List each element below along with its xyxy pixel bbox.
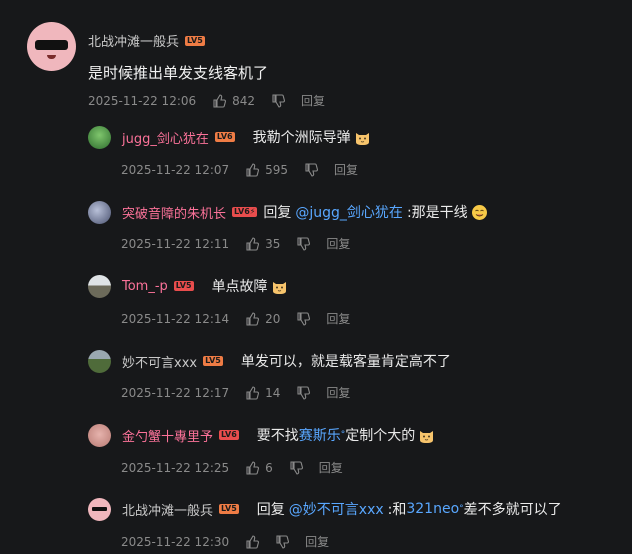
reply-meta: 2025-11-22 12:07 595 回复 bbox=[121, 161, 358, 178]
reply-username[interactable]: 突破音障的朱机长 bbox=[122, 203, 226, 222]
reply-item: 妙不可言xxx LV5 单发可以，就是载客量肯定高不了 bbox=[88, 349, 451, 373]
reply-text: 单点故障 bbox=[212, 276, 288, 296]
reply-text: 回复 @jugg_剑心犹在 :那是干线 bbox=[263, 202, 487, 222]
level-badge: LV5 bbox=[203, 356, 223, 366]
sunglasses-graphic bbox=[92, 506, 107, 511]
reply-meta: 2025-11-22 12:11 35 回复 bbox=[121, 235, 350, 252]
sunglasses-graphic bbox=[35, 40, 68, 50]
like-count: 6 bbox=[265, 460, 273, 475]
mention-link[interactable]: @妙不可言xxx bbox=[289, 499, 384, 519]
reply-item: Tom_-p LV5 单点故障 bbox=[88, 274, 288, 298]
reply-time: 2025-11-22 12:07 bbox=[121, 162, 230, 177]
like-count: 595 bbox=[265, 162, 289, 177]
reply-text-middle: :和 bbox=[387, 502, 407, 518]
thumbs-up-icon[interactable] bbox=[245, 460, 260, 475]
reply-time: 2025-11-22 12:14 bbox=[121, 311, 230, 326]
level-badge: LV6⚡ bbox=[232, 207, 258, 217]
reply-text-content: :那是干线 bbox=[406, 205, 468, 221]
avatar[interactable] bbox=[88, 125, 111, 149]
avatar[interactable] bbox=[88, 497, 111, 521]
level-badge: LV5 bbox=[185, 35, 205, 46]
thumbs-down-icon[interactable] bbox=[275, 534, 290, 549]
reply-time: 2025-11-22 12:17 bbox=[121, 385, 230, 400]
cat-emoji-icon bbox=[354, 129, 371, 146]
reply-text: 回复 @妙不可言xxx :和 321neo ° 差不多就可以了 bbox=[257, 499, 562, 519]
reply-button[interactable]: 回复 bbox=[326, 384, 350, 401]
thumbs-down-icon[interactable] bbox=[296, 385, 311, 400]
comment-username[interactable]: 北战冲滩一般兵 bbox=[88, 31, 179, 50]
level-badge: LV5 bbox=[173, 281, 194, 291]
level-badge: LV6 bbox=[214, 132, 235, 142]
thumbs-down-icon[interactable] bbox=[271, 93, 286, 108]
reply-item: 突破音障的朱机长 LV6⚡ 回复 @jugg_剑心犹在 :那是干线 bbox=[88, 200, 488, 224]
like-count: 842 bbox=[232, 93, 256, 108]
reply-meta: 2025-11-22 12:17 14 回复 bbox=[121, 384, 350, 401]
reply-button[interactable]: 回复 bbox=[305, 533, 329, 550]
reply-time: 2025-11-22 12:25 bbox=[121, 460, 230, 475]
reply-time: 2025-11-22 12:30 bbox=[121, 534, 230, 549]
avatar[interactable] bbox=[88, 423, 111, 447]
cat-emoji-icon bbox=[271, 278, 288, 295]
avatar[interactable] bbox=[88, 274, 111, 298]
reply-text: 单发可以，就是载客量肯定高不了 bbox=[241, 351, 451, 371]
reply-button[interactable]: 回复 bbox=[334, 161, 358, 178]
reply-text: 要不找 赛斯乐 ° 定制个大的 bbox=[257, 425, 436, 445]
avatar-mouth bbox=[47, 55, 56, 59]
reply-meta: 2025-11-22 12:14 20 回复 bbox=[121, 310, 350, 327]
avatar[interactable] bbox=[88, 349, 111, 373]
cat-emoji-icon bbox=[418, 427, 435, 444]
like-count: 14 bbox=[265, 385, 281, 400]
reply-meta: 2025-11-22 12:30 回复 bbox=[121, 533, 329, 550]
reply-username[interactable]: 妙不可言xxx bbox=[122, 352, 197, 371]
comment-text: 是时候推出单发支线客机了 bbox=[88, 64, 269, 82]
reply-username[interactable]: 北战冲滩一般兵 bbox=[122, 500, 213, 519]
reply-text-before: 要不找 bbox=[256, 428, 299, 444]
level-badge: LV6 bbox=[219, 430, 239, 440]
reply-time: 2025-11-22 12:11 bbox=[121, 236, 230, 251]
reply-button[interactable]: 回复 bbox=[301, 92, 325, 109]
thumbs-down-icon[interactable] bbox=[296, 311, 311, 326]
comment-meta: 2025-11-22 12:06 842 回复 bbox=[88, 92, 325, 109]
reply-text: 我勒个洲际导弹 bbox=[253, 127, 371, 147]
thumbs-up-icon[interactable] bbox=[245, 311, 260, 326]
reply-username[interactable]: 金勺蟹十專里予 bbox=[122, 426, 213, 445]
thumbs-up-icon[interactable] bbox=[245, 534, 260, 549]
reply-prefix: 回复 bbox=[263, 205, 292, 221]
reply-meta: 2025-11-22 12:25 6 回复 bbox=[121, 459, 343, 476]
reply-button[interactable]: 回复 bbox=[326, 235, 350, 252]
like-count: 20 bbox=[265, 311, 281, 326]
reply-button[interactable]: 回复 bbox=[326, 310, 350, 327]
drooling-face-emoji-icon bbox=[471, 204, 488, 221]
comment-time: 2025-11-22 12:06 bbox=[88, 93, 197, 108]
reply-text-content: 单点故障 bbox=[211, 279, 268, 295]
mention-link[interactable]: 321neo bbox=[406, 501, 459, 517]
reply-button[interactable]: 回复 bbox=[319, 459, 343, 476]
reply-item: 北战冲滩一般兵 LV5 回复 @妙不可言xxx :和 321neo ° 差不多就… bbox=[88, 497, 562, 521]
reply-prefix: 回复 bbox=[256, 502, 285, 518]
reply-item: jugg_剑心犹在 LV6 我勒个洲际导弹 bbox=[88, 125, 371, 149]
reply-text-content: 我勒个洲际导弹 bbox=[252, 130, 351, 146]
mention-link[interactable]: @jugg_剑心犹在 bbox=[295, 202, 403, 222]
reply-username[interactable]: jugg_剑心犹在 bbox=[122, 128, 209, 147]
thumbs-up-icon[interactable] bbox=[245, 236, 260, 251]
level-badge: LV5 bbox=[219, 504, 239, 514]
like-count: 35 bbox=[265, 236, 281, 251]
comment-username-row: 北战冲滩一般兵 LV5 bbox=[88, 31, 205, 50]
thumbs-up-icon[interactable] bbox=[245, 385, 260, 400]
avatar[interactable] bbox=[27, 22, 76, 71]
reply-text-content: 单发可以，就是载客量肯定高不了 bbox=[240, 354, 451, 370]
avatar[interactable] bbox=[88, 200, 111, 224]
thumbs-down-icon[interactable] bbox=[289, 460, 303, 475]
reply-username[interactable]: Tom_-p bbox=[122, 279, 168, 294]
thumbs-up-icon[interactable] bbox=[212, 93, 227, 108]
reply-item: 金勺蟹十專里予 LV6 要不找 赛斯乐 ° 定制个大的 bbox=[88, 423, 436, 447]
thumbs-down-icon[interactable] bbox=[296, 236, 311, 251]
thumbs-down-icon[interactable] bbox=[304, 162, 319, 177]
reply-text-content: 差不多就可以了 bbox=[463, 502, 562, 518]
thumbs-up-icon[interactable] bbox=[245, 162, 260, 177]
mention-link[interactable]: 赛斯乐 bbox=[299, 425, 341, 445]
reply-text-after: 定制个大的 bbox=[345, 428, 416, 444]
